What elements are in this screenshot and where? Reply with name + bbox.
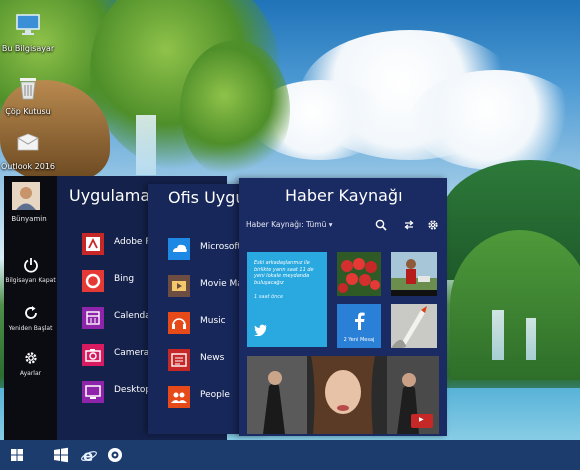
user-avatar-image <box>12 182 40 210</box>
gear-icon <box>24 352 37 364</box>
facebook-tile[interactable]: 2 Yeni Mesaj <box>337 304 381 348</box>
desktop-icon <box>82 381 104 403</box>
app-item-label: Desktop <box>114 385 152 395</box>
user-name: Bünyamin <box>11 215 47 223</box>
taskbar-media-player-button[interactable] <box>106 446 124 464</box>
power-icon <box>23 258 38 273</box>
news-photo-tile[interactable] <box>337 252 381 296</box>
camera-icon <box>82 344 104 366</box>
news-photo-tile[interactable] <box>391 304 437 348</box>
restart-button[interactable]: Yeniden Başlat <box>4 305 57 332</box>
twitter-tile-time: 1 saat önce <box>254 294 284 300</box>
shutdown-button[interactable]: Bilgisayarı Kapat <box>4 257 57 284</box>
person-photo-image <box>391 252 437 296</box>
twitter-tile-text: Eski arkadaşlarımız ile birlikte yarın s… <box>254 260 314 286</box>
desktop-icon-label: Outlook 2016 <box>0 162 56 171</box>
movie-maker-icon <box>168 275 190 297</box>
start-button[interactable] <box>8 446 26 464</box>
news-video-tile[interactable]: ▶ <box>247 356 439 434</box>
news-feed-filter-label: Haber Kaynağı: Tümü <box>246 220 327 229</box>
desktop-icon-label: Çöp Kutusu <box>5 107 51 116</box>
media-player-icon <box>108 448 122 462</box>
internet-explorer-icon: e <box>81 447 97 465</box>
restart-label: Yeniden Başlat <box>8 325 53 332</box>
twitter-tile[interactable]: Eski arkadaşlarımız ile birlikte yarın s… <box>247 252 327 347</box>
news-photo-tile[interactable] <box>391 252 437 296</box>
bing-icon <box>82 270 104 292</box>
settings-label: Ayarlar <box>19 370 42 377</box>
chevron-down-icon: ▾ <box>328 220 333 229</box>
app-item-label: Music <box>200 316 226 326</box>
news-feed-filter[interactable]: Haber Kaynağı: Tümü ▾ <box>246 220 333 229</box>
refresh-icon[interactable] <box>403 219 415 231</box>
strawberries-image <box>337 252 381 296</box>
adobe-reader-icon <box>82 233 104 255</box>
restart-icon <box>24 306 37 319</box>
windows-logo-icon <box>11 449 23 461</box>
news-feed-title: Haber Kaynağı <box>285 186 403 205</box>
computer-icon <box>16 14 40 35</box>
outlook-icon <box>17 133 39 151</box>
twitter-icon <box>254 324 267 336</box>
news-feed-panel: Haber Kaynağı Haber Kaynağı: Tümü ▾ Eski… <box>239 178 447 436</box>
windows-flag-icon <box>54 447 68 463</box>
taskbar-internet-explorer-button[interactable]: e <box>80 446 98 465</box>
app-item-label: Camera <box>114 348 150 358</box>
app-item-label: Bing <box>114 274 135 284</box>
taskbar-windows-store-button[interactable] <box>52 446 70 464</box>
desktop-icon-label: Bu Bilgisayar <box>1 44 55 53</box>
people-icon <box>168 386 190 408</box>
music-icon <box>168 312 190 334</box>
facebook-tile-label: 2 Yeni Mesaj <box>343 337 375 343</box>
desktop-icon-outlook[interactable]: Outlook 2016 <box>0 130 60 171</box>
shutdown-label: Bilgisayarı Kapat <box>5 277 56 284</box>
settings-button[interactable]: Ayarlar <box>4 350 57 377</box>
facebook-icon <box>355 312 365 330</box>
user-avatar[interactable] <box>12 182 40 210</box>
gear-icon[interactable] <box>427 219 439 231</box>
calendar-icon <box>82 307 104 329</box>
youtube-icon: ▶ <box>419 416 424 423</box>
desktop-icon-recycle-bin[interactable]: Çöp Kutusu <box>0 75 60 116</box>
music-video-image <box>247 356 439 434</box>
app-item-label: People <box>200 390 230 400</box>
onedrive-icon <box>168 238 190 260</box>
news-icon <box>168 349 190 371</box>
desktop-icon-computer[interactable]: Bu Bilgisayar <box>0 12 60 53</box>
rocket-launch-image <box>391 304 437 348</box>
recycle-bin-icon <box>20 78 36 100</box>
search-icon[interactable] <box>375 219 387 231</box>
app-item-label: News <box>200 353 225 363</box>
